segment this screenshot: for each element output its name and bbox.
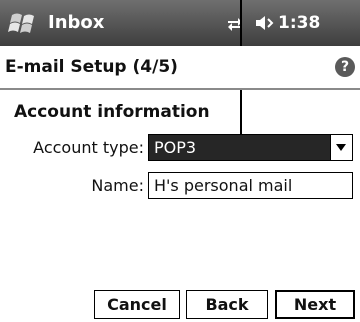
name-input[interactable] (148, 172, 353, 199)
chevron-down-icon[interactable] (330, 135, 352, 160)
account-type-label: Account type: (33, 138, 144, 157)
next-button[interactable]: Next (275, 290, 355, 319)
windows-flag-icon[interactable] (6, 9, 40, 37)
help-icon[interactable]: ? (335, 57, 355, 77)
page-title: E-mail Setup (4/5) (5, 57, 178, 77)
speaker-icon[interactable] (254, 13, 276, 33)
clock[interactable]: 1:38 (278, 0, 320, 46)
cancel-button[interactable]: Cancel (94, 290, 180, 319)
account-type-dropdown[interactable]: POP3 (148, 134, 353, 161)
back-button[interactable]: Back (186, 290, 268, 319)
pocket-pc-screen: Inbox 1:38 E-mail Setup (4/5) ? Account … (0, 0, 360, 322)
page-heading-bar: E-mail Setup (4/5) ? (0, 46, 360, 90)
account-type-value: POP3 (154, 138, 197, 157)
title-bar: Inbox 1:38 (0, 0, 360, 46)
name-label: Name: (91, 176, 144, 195)
app-title: Inbox (48, 12, 105, 33)
section-title: Account information (14, 102, 210, 122)
